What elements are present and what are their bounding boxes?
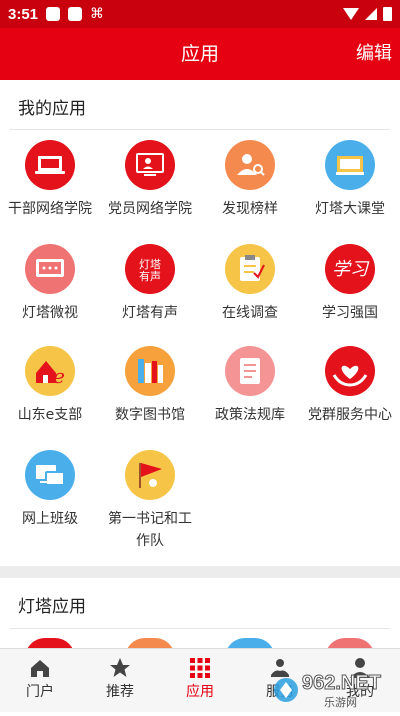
hands-heart-icon	[325, 346, 375, 396]
app-item[interactable]: 灯塔大课堂	[300, 140, 400, 220]
classroom-icon	[325, 140, 375, 190]
svg-text:有声: 有声	[139, 269, 161, 283]
app-item[interactable]: 发现榜样	[200, 140, 300, 220]
flag-icon	[125, 450, 175, 500]
app-item[interactable]: 学习 学习强国	[300, 244, 400, 324]
app-label: 在线调查	[222, 305, 278, 321]
screens-icon	[25, 450, 75, 500]
app-label: 第一书记和工作队	[108, 511, 192, 549]
app-label: 党群服务中心	[308, 407, 392, 423]
xuexi-icon: 学习	[325, 244, 375, 294]
app-item[interactable]: 党员网络学院	[100, 140, 200, 220]
tab-label: 门户	[26, 684, 54, 700]
section-gap	[0, 566, 400, 578]
app-item[interactable]: 网上班级	[0, 450, 100, 530]
app-label: 数字图书馆	[115, 407, 185, 423]
app-label: 政策法规库	[215, 407, 285, 423]
tab-apps[interactable]: 应用	[160, 649, 240, 712]
app-item[interactable]: 第一书记和工作队	[100, 450, 200, 552]
laptop-icon	[25, 140, 75, 190]
app-item[interactable]: 干部网络学院	[0, 140, 100, 220]
app-label: 山东e支部	[17, 407, 83, 423]
app-label: 灯塔有声	[122, 305, 178, 321]
tab-label: 推荐	[106, 684, 134, 700]
monitor-person-icon	[125, 140, 175, 190]
status-bar: 3:51 ⌘	[0, 0, 400, 28]
app-label: 灯塔微视	[22, 305, 78, 321]
watermark-subtext: 乐游网	[324, 696, 357, 709]
signal-icon	[365, 8, 377, 20]
app-item[interactable]: e 山东e支部	[0, 346, 100, 426]
tab-recommend[interactable]: 推荐	[80, 649, 160, 712]
star-icon	[110, 658, 130, 677]
app-label: 干部网络学院	[8, 201, 92, 217]
app-label: 党员网络学院	[108, 201, 192, 217]
app-label: 学习强国	[322, 305, 378, 321]
notification-icon	[46, 7, 61, 21]
lighthouse-apps-title: 灯塔应用	[18, 597, 86, 617]
house-e-icon: e	[25, 346, 75, 396]
tab-label: 应用	[186, 684, 214, 700]
app-label: 网上班级	[22, 511, 78, 527]
svg-text:e: e	[53, 364, 65, 388]
debug-icon: ⌘	[90, 6, 105, 22]
battery-icon	[383, 7, 392, 21]
grid-icon	[190, 658, 210, 678]
person-search-icon	[225, 140, 275, 190]
app-item[interactable]: 党群服务中心	[300, 346, 400, 426]
tv-icon	[25, 244, 75, 294]
status-time: 3:51	[8, 5, 39, 23]
section-divider-2	[10, 628, 390, 629]
app-label: 灯塔大课堂	[315, 201, 385, 217]
app-label: 发现榜样	[222, 201, 278, 217]
app-item[interactable]: 灯塔微视	[0, 244, 100, 324]
app-header: 应用 编辑	[0, 28, 400, 80]
watermark-text: 962.NET	[302, 672, 382, 695]
edit-button[interactable]: 编辑	[356, 28, 392, 80]
audio-text-icon: 灯塔 有声	[125, 244, 175, 294]
my-apps-title: 我的应用	[18, 99, 86, 119]
app-notification-icon	[68, 7, 83, 21]
wifi-icon	[343, 8, 359, 20]
page-title: 应用	[180, 43, 219, 65]
home-icon	[31, 660, 49, 677]
books-icon	[125, 346, 175, 396]
clipboard-icon	[225, 244, 275, 294]
app-item[interactable]: 政策法规库	[200, 346, 300, 426]
tab-portal[interactable]: 门户	[0, 649, 80, 712]
watermark-logo: 962.NET 乐游网	[272, 672, 394, 712]
svg-text:学习: 学习	[332, 259, 370, 280]
app-item[interactable]: 数字图书馆	[100, 346, 200, 426]
document-icon	[225, 346, 275, 396]
section-divider	[10, 129, 390, 130]
app-item[interactable]: 在线调查	[200, 244, 300, 324]
status-right	[343, 7, 392, 21]
app-item[interactable]: 灯塔 有声 灯塔有声	[100, 244, 200, 324]
